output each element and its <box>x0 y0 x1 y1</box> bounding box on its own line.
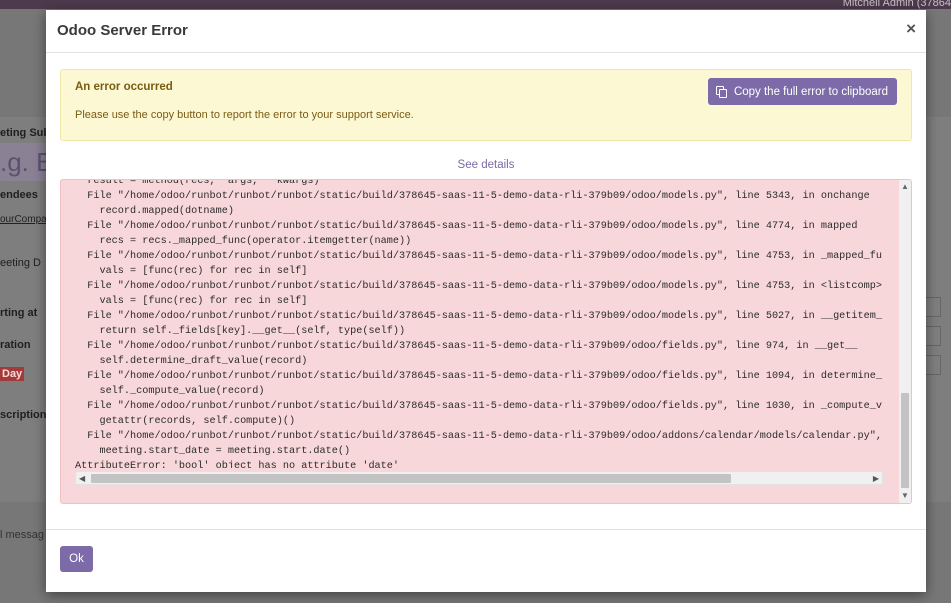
subject-placeholder: .g. B <box>0 143 46 181</box>
ok-button[interactable]: Ok <box>60 546 93 572</box>
dialog-footer: Ok <box>46 529 926 592</box>
alert-title: An error occurred <box>75 81 173 93</box>
description-label: scription <box>0 409 47 421</box>
traceback-panel[interactable]: result = method(recs, *args, **kwargs) F… <box>60 179 912 504</box>
traceback-line: File "/home/odoo/runbot/runbot/runbot/st… <box>75 251 882 262</box>
scroll-left-icon[interactable]: ◀ <box>79 473 85 484</box>
company-link: ourCompa <box>0 214 47 225</box>
traceback-line: File "/home/odoo/runbot/runbot/runbot/st… <box>75 341 858 352</box>
copy-error-button[interactable]: Copy the full error to clipboard <box>707 78 897 105</box>
traceback-line: meeting.start_date = meeting.start.date(… <box>75 446 351 457</box>
traceback-line: File "/home/odoo/runbot/runbot/runbot/st… <box>75 371 882 382</box>
horizontal-scrollbar[interactable]: ◀ ▶ <box>75 471 883 485</box>
attendees-label: endees <box>0 189 38 201</box>
traceback-line: File "/home/odoo/runbot/runbot/runbot/st… <box>75 431 882 442</box>
chatter-message-hint: l messag <box>0 529 45 541</box>
traceback-line: recs = recs._mapped_func(operator.itemge… <box>75 236 412 247</box>
alert-text: Please use the copy button to report the… <box>75 109 414 121</box>
error-alert: An error occurred Please use the copy bu… <box>60 69 912 141</box>
starting-at-label: rting at <box>0 307 38 319</box>
traceback-line: result = method(recs, *args, **kwargs) <box>75 179 320 187</box>
meeting-date-label: eeting D <box>0 257 41 269</box>
server-error-dialog: Odoo Server Error × An error occurred Pl… <box>46 10 926 592</box>
traceback-line: File "/home/odoo/runbot/runbot/runbot/st… <box>75 311 882 322</box>
traceback-line: File "/home/odoo/runbot/runbot/runbot/st… <box>75 401 882 412</box>
dialog-header: Odoo Server Error × <box>46 10 926 53</box>
close-button[interactable]: × <box>906 20 916 38</box>
horizontal-scroll-thumb[interactable] <box>91 474 731 483</box>
traceback-line: self._compute_value(record) <box>75 386 265 397</box>
traceback-line: File "/home/odoo/runbot/runbot/runbot/st… <box>75 281 882 292</box>
copy-icon <box>715 85 727 98</box>
scroll-down-icon[interactable]: ▼ <box>901 491 909 501</box>
dialog-title: Odoo Server Error <box>57 22 188 39</box>
vertical-scroll-thumb[interactable] <box>901 393 909 488</box>
vertical-scrollbar[interactable]: ▲ ▼ <box>899 180 911 503</box>
traceback-line: vals = [func(rec) for rec in self] <box>75 296 308 307</box>
traceback-line: getattr(records, self.compute)() <box>75 416 296 427</box>
traceback-text: result = method(recs, *args, **kwargs) F… <box>75 179 883 468</box>
traceback-line: record.mapped(dotname) <box>75 206 234 217</box>
duration-label: ration <box>0 339 31 351</box>
user-menu: Mitchell Admin (37864 <box>842 0 951 9</box>
all-day-tag: Day <box>0 367 25 381</box>
traceback-line: self.determine_draft_value(record) <box>75 356 308 367</box>
traceback-line: File "/home/odoo/runbot/runbot/runbot/st… <box>75 221 858 232</box>
copy-error-label: Copy the full error to clipboard <box>733 85 888 98</box>
traceback-line: vals = [func(rec) for rec in self] <box>75 266 308 277</box>
traceback-line: File "/home/odoo/runbot/runbot/runbot/st… <box>75 191 870 202</box>
traceback-line: return self._fields[key].__get__(self, t… <box>75 326 406 337</box>
scroll-right-icon[interactable]: ▶ <box>873 473 879 484</box>
scroll-up-icon[interactable]: ▲ <box>901 182 909 192</box>
traceback-line: AttributeError: 'bool' object has no att… <box>75 461 400 468</box>
see-details-link[interactable]: See details <box>46 159 926 171</box>
top-navbar: Mitchell Admin (37864 <box>0 0 951 9</box>
meeting-subject-label: eting Sub <box>0 127 51 139</box>
